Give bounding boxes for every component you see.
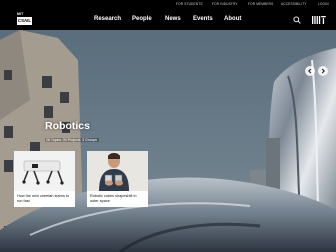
utility-link-industry[interactable]: For Industry: [212, 2, 238, 6]
chevron-right-icon: [321, 68, 325, 74]
search-icon[interactable]: [293, 16, 301, 24]
carousel-prev-button[interactable]: [305, 66, 315, 76]
nav-research[interactable]: Research: [94, 16, 121, 22]
card-image: [87, 151, 148, 191]
nav-events[interactable]: Events: [193, 16, 213, 22]
utility-link-students[interactable]: For Students: [176, 2, 203, 6]
projects-count[interactable]: 39 Projects: [63, 138, 81, 142]
card-label[interactable]: Robotic cubes shapeshift in outer space: [90, 194, 146, 203]
hero-counts: 26 Topics 39 Projects 3 Groups: [45, 138, 100, 142]
groups-count[interactable]: 3 Groups: [82, 138, 97, 142]
utility-bar: For Students For Industry For Members Ac…: [0, 0, 336, 10]
nav-people[interactable]: People: [132, 16, 152, 22]
carousel-next-button[interactable]: [318, 66, 328, 76]
topics-count[interactable]: 26 Topics: [46, 138, 61, 142]
hero-title: Robotics: [45, 120, 90, 132]
nav-about[interactable]: About: [224, 16, 241, 22]
nav-news[interactable]: News: [165, 16, 181, 22]
card-image: [14, 151, 75, 191]
csail-logo[interactable]: MIT CSAIL: [17, 12, 32, 26]
utility-link-login[interactable]: Login: [318, 2, 329, 6]
utility-link-members[interactable]: For Members: [248, 2, 273, 6]
mit-logo-icon[interactable]: [312, 16, 326, 24]
news-card[interactable]: Robotic cubes shapeshift in outer space: [87, 151, 148, 207]
main-nav: MIT CSAIL Research People News Events Ab…: [0, 10, 336, 30]
chevron-left-icon: [308, 68, 312, 74]
card-label[interactable]: How the mini cheetah learns to run fast: [17, 194, 73, 203]
news-card[interactable]: How the mini cheetah learns to run fast: [14, 151, 75, 207]
utility-link-accessibility[interactable]: Accessibility: [281, 2, 307, 6]
